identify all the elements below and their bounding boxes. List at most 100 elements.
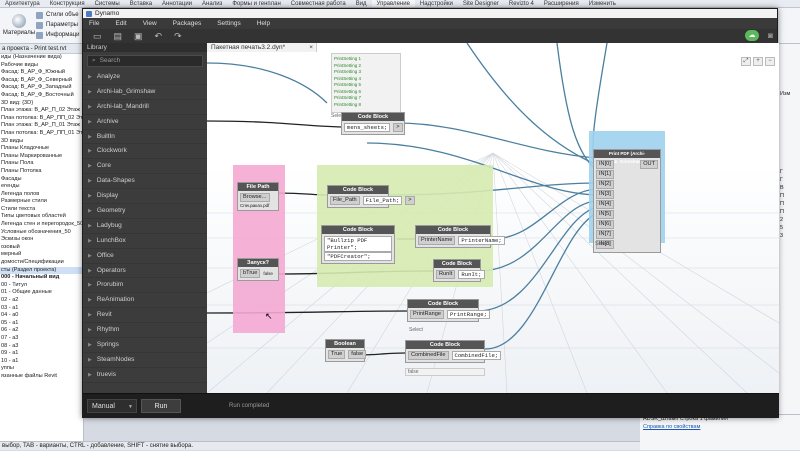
input-port[interactable]: IN[2] xyxy=(596,180,614,189)
ribbon-tab[interactable]: Формы и генплан xyxy=(227,0,285,7)
zoom-in-icon[interactable]: + xyxy=(753,57,763,66)
ribbon-tab[interactable]: Конструкция xyxy=(45,0,90,7)
dynamo-canvas[interactable]: Пакетная печать3.2.dyn* × ⤢ + − PrintSet… xyxy=(207,43,779,393)
library-category[interactable]: ▶ truevis xyxy=(83,368,207,383)
ribbon-item-info[interactable]: Информаци xyxy=(36,30,80,40)
code-block-printers[interactable]: Code Block "Bullzip PDF Printer"; "PDFCr… xyxy=(321,225,395,264)
library-category[interactable]: ▶ Display xyxy=(83,189,207,205)
ribbon-item-params[interactable]: Параметры xyxy=(36,20,80,30)
ribbon-tab[interactable]: Вид xyxy=(351,0,372,7)
browser-tree-item[interactable]: Типы цветовых областей xyxy=(0,213,83,221)
code-field[interactable]: mens_sheets; xyxy=(344,123,391,132)
materials-button[interactable]: Материалы xyxy=(2,14,36,36)
code-block-range[interactable]: Code Block PrintRange PrintRange; xyxy=(407,299,490,322)
ribbon-tab[interactable]: Изменить xyxy=(584,0,621,7)
browser-tree-item[interactable]: Фасад: В_АР_Ф_Восточный xyxy=(0,92,83,100)
browser-tree-item[interactable]: домости/Спецификации xyxy=(0,259,83,267)
code-field[interactable]: File_Path; xyxy=(362,196,403,205)
browser-tree-item[interactable]: 00 - Титул xyxy=(0,282,83,290)
ribbon-tab[interactable]: Revizto 4 xyxy=(504,0,539,7)
menu-item[interactable]: File xyxy=(83,20,109,27)
ribbon-tab[interactable]: Надстройки xyxy=(415,0,458,7)
browser-tree-item[interactable]: Легенда стен и перегородок_50 xyxy=(0,221,83,229)
browser-tree-item[interactable]: 3D вид: {3D} xyxy=(0,100,83,108)
browser-tree-item[interactable]: Планы Пола xyxy=(0,160,83,168)
save-icon[interactable]: ▣ xyxy=(134,31,143,42)
browser-tree-item[interactable]: 06 - а2 xyxy=(0,327,83,335)
input-port[interactable]: CombinedFile xyxy=(408,351,449,360)
code-field[interactable]: PrinterName; xyxy=(458,236,505,245)
browse-button[interactable]: Browse... xyxy=(240,193,270,202)
browser-tree-item[interactable]: егенды xyxy=(0,183,83,191)
run-toggle-node[interactable]: Запуск? bTrue false xyxy=(237,258,279,281)
library-category[interactable]: ▶ Geometry xyxy=(83,204,207,219)
browser-tree-item[interactable]: Планы Потолка xyxy=(0,168,83,176)
browser-tree-item[interactable]: План потолка: В_АР_ПП_01 Эт xyxy=(0,130,83,138)
browser-tree-item[interactable]: Планы Маркированные xyxy=(0,153,83,161)
output-port[interactable]: OUT xyxy=(640,160,658,169)
browser-tree-item[interactable]: 03 - а1 xyxy=(0,305,83,313)
browser-tree-item[interactable]: 09 - а1 xyxy=(0,350,83,358)
library-category[interactable]: ▶ ReAnimation xyxy=(83,293,207,309)
library-category[interactable]: ▶ Archi-lab_Grimshaw xyxy=(83,85,207,100)
browser-tree-item[interactable]: 3D виды xyxy=(0,138,83,146)
undo-icon[interactable]: ↶ xyxy=(155,31,163,42)
library-category[interactable]: ▶ Ladybug xyxy=(83,219,207,234)
file-path-node[interactable]: File Path Browse... Спецзаказ.pdf xyxy=(237,182,279,211)
browser-tree-item[interactable]: Фасад: В_АР_Ф_Южный xyxy=(0,69,83,77)
browser-tree-item[interactable]: 02 - а2 xyxy=(0,297,83,305)
menu-item[interactable]: Help xyxy=(251,20,280,27)
input-port[interactable]: bTrue xyxy=(240,269,261,278)
library-category[interactable]: ▶ Office xyxy=(83,249,207,264)
menu-item[interactable]: View xyxy=(137,20,167,27)
library-category[interactable]: ▶ Archive xyxy=(83,115,207,130)
browser-tree-item[interactable]: 01 - Общие данные xyxy=(0,289,83,297)
input-port[interactable]: IN[4] xyxy=(596,200,614,209)
library-category[interactable]: ▶ BuiltIn xyxy=(83,130,207,145)
print-pdf-node[interactable]: Print PDF (Archi-lab_Grimshaw) IN[0] IN[1… xyxy=(593,149,661,253)
input-port[interactable]: IN[7] xyxy=(596,230,614,239)
new-file-icon[interactable]: ▭ xyxy=(93,31,102,42)
code-line-1[interactable]: "Bullzip PDF Printer"; xyxy=(324,236,392,252)
browser-tree-item[interactable]: 05 - а1 xyxy=(0,320,83,328)
redo-icon[interactable]: ↷ xyxy=(174,31,182,42)
output-port[interactable]: > xyxy=(405,196,415,205)
zoom-out-icon[interactable]: − xyxy=(765,57,775,66)
code-block-run[interactable]: Code Block RunIt RunIt; xyxy=(433,259,485,282)
browser-tree-item[interactable]: План потолка: В_АР_ПП_02 Эт xyxy=(0,115,83,123)
false-radio[interactable]: false xyxy=(348,350,367,359)
library-category[interactable]: ▶ Revit xyxy=(83,308,207,324)
browser-tree-item[interactable]: 08 - а3 xyxy=(0,343,83,351)
code-line-2[interactable]: "PDFCreator"; xyxy=(324,252,392,261)
code-field[interactable]: RunIt; xyxy=(458,270,485,279)
camera-icon[interactable]: ◙ xyxy=(768,31,773,40)
menu-item[interactable]: Packages xyxy=(167,20,212,27)
input-port[interactable]: RunIt xyxy=(436,270,456,279)
browser-tree-item[interactable]: Фасады xyxy=(0,176,83,184)
ribbon-tab[interactable]: Системы xyxy=(90,0,125,7)
run-button[interactable]: Run xyxy=(141,399,181,413)
browser-tree-item[interactable]: Планы Кладочные xyxy=(0,145,83,153)
input-port[interactable]: IN[6] xyxy=(596,220,614,229)
library-search-input[interactable]: ⌕ Search xyxy=(87,55,203,67)
ribbon-tab[interactable]: Совместная работа xyxy=(286,0,351,7)
library-category[interactable]: ▶ Rhythm xyxy=(83,323,207,339)
library-category[interactable]: ▶ Archi-lab_Mandrill xyxy=(83,100,207,115)
browser-tree-item[interactable]: 000 - Начальный вид xyxy=(0,274,83,282)
browser-tree-item[interactable]: Легенда полов xyxy=(0,191,83,199)
ribbon-tab[interactable]: Управление xyxy=(371,0,415,7)
code-block-printer-name[interactable]: Code Block PrinterName PrinterName; xyxy=(415,225,505,248)
library-category[interactable]: ▶ Operators xyxy=(83,264,207,279)
properties-help-link[interactable]: Справка по свойствам xyxy=(640,423,800,431)
menu-item[interactable]: Edit xyxy=(109,20,136,27)
input-port[interactable]: IN[5] xyxy=(596,210,614,219)
library-category[interactable]: ▶ Prorubim xyxy=(83,278,207,294)
code-block-combined[interactable]: Code Block CombinedFile CombinedFile; xyxy=(405,340,502,363)
library-category[interactable]: ▶ Springs xyxy=(83,338,207,353)
browser-tree-item[interactable]: иды (Назначение вида) xyxy=(0,54,83,62)
open-file-icon[interactable]: ▤ xyxy=(114,31,123,42)
ribbon-tab[interactable]: Аннотации xyxy=(157,0,197,7)
tab-workspace[interactable]: Пакетная печать3.2.dyn* × xyxy=(207,43,317,52)
browser-tree-item[interactable]: уппы xyxy=(0,365,83,373)
browser-tree-item[interactable]: Размерные стили xyxy=(0,198,83,206)
